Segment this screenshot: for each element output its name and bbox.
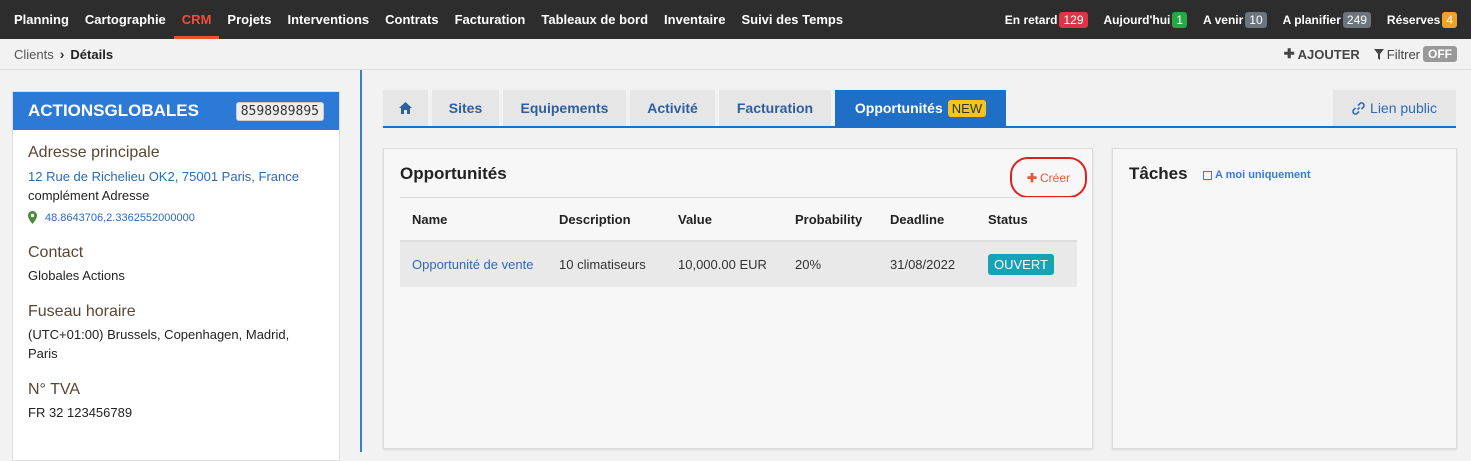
nav-item-inventaire[interactable]: Inventaire [656,0,733,39]
stat-label: Aujourd'hui [1103,12,1171,27]
nav-item-cartographie[interactable]: Cartographie [77,0,174,39]
vat-label: N° TVA [28,381,81,398]
nav-item-projets[interactable]: Projets [219,0,279,39]
add-label: AJOUTER [1297,46,1360,62]
column-header-deadline: Deadline [890,211,945,227]
opportunity-probability: 20% [795,257,822,272]
my-tasks-only-label: A moi uniquement [1215,169,1311,181]
status-badge: OUVERT [988,254,1054,275]
tab-equipements[interactable]: Equipements [503,90,626,126]
client-card: ACTIONSGLOBALES 8598989895 Adresse princ… [12,91,340,461]
tasks-panel: Tâches A moi uniquement [1112,148,1457,449]
count-badge: 249 [1342,11,1371,28]
column-header-status: Status [988,211,1028,227]
my-tasks-only-checkbox[interactable]: A moi uniquement [1203,169,1311,181]
contact-label: Contact [28,244,84,261]
tab-sites[interactable]: Sites [432,90,499,126]
column-header-probability: Probability [795,211,863,227]
nav-item-suivi-des-temps[interactable]: Suivi des Temps [733,0,851,39]
stat-reserves[interactable]: Réserves 4 [1386,11,1457,28]
tab-activite[interactable]: Activité [630,90,715,126]
tab-home[interactable] [383,90,428,126]
create-opportunity-button[interactable]: ✚ Créer [1010,157,1087,198]
table-row[interactable]: Opportunité de vente 10 climatiseurs 10,… [400,242,1077,287]
table-header: Name Description Value Probability Deadl… [400,198,1077,242]
timezone-value: (UTC+01:00) Brussels, Copenhagen, Madrid… [28,327,290,361]
column-header-value: Value [678,211,712,227]
map-marker-icon [28,211,37,224]
filter-state-badge: OFF [1423,46,1457,62]
stat-label: En retard [1004,12,1058,27]
count-badge: 10 [1245,11,1267,28]
opportunity-name-link[interactable]: Opportunité de vente [400,257,559,272]
count-badge: 4 [1442,11,1457,28]
plus-icon: ✚ [1026,170,1038,185]
client-name: ACTIONSGLOBALES [28,101,199,120]
opportunities-title: Opportunités [400,164,507,183]
breadcrumb: Clients › Détails [14,46,113,62]
main-menu: Planning Cartographie CRM Projets Interv… [0,0,851,39]
new-badge: NEW [947,99,987,117]
breadcrumb-clients[interactable]: Clients [14,47,54,62]
stat-aujourdhui[interactable]: Aujourd'hui 1 [1103,11,1188,28]
client-code: 8598989895 [235,101,324,121]
opportunity-value: 10,000.00 EUR [678,257,767,272]
opportunities-table: Name Description Value Probability Deadl… [400,198,1077,287]
checkbox-icon [1203,170,1212,180]
stat-label: Réserves [1386,12,1441,27]
chevron-right-icon: › [59,46,65,62]
coordinates-text: 48.8643706,2.3362552000000 [45,211,195,224]
vat-value: FR 32 123456789 [28,405,133,420]
stat-a-planifier[interactable]: A planifier 249 [1282,11,1371,28]
address-block: 12 Rue de Richelieu OK2, 75001 Paris, Fr… [13,167,339,205]
filter-label: Filtrer [1386,46,1420,62]
public-link-label: Lien public [1370,100,1437,116]
nav-item-planning[interactable]: Planning [6,0,77,39]
link-icon [1352,101,1365,115]
add-button[interactable]: ✚ AJOUTER [1284,46,1360,62]
nav-item-contrats[interactable]: Contrats [377,0,446,39]
breadcrumb-current: Détails [70,46,114,62]
nav-item-interventions[interactable]: Interventions [279,0,377,39]
stat-en-retard[interactable]: En retard 129 [1004,11,1088,28]
tab-opportunites[interactable]: Opportunités NEW [835,90,1006,126]
sub-header: Clients › Détails ✚ AJOUTER Filtrer OFF [0,39,1471,70]
stat-label: A venir [1203,12,1244,27]
public-link-button[interactable]: Lien public [1333,90,1456,126]
address-label: Adresse principale [28,144,160,161]
tasks-title: Tâches [1129,164,1188,183]
address-complement: complément Adresse [28,188,150,203]
count-badge: 1 [1172,11,1188,28]
plus-icon: ✚ [1283,46,1295,61]
tab-facturation[interactable]: Facturation [719,90,831,126]
opportunity-description: 10 climatiseurs [559,257,646,272]
count-badge: 129 [1059,11,1088,28]
filter-icon [1373,48,1384,60]
timezone-label: Fuseau horaire [28,303,136,320]
header-actions: ✚ AJOUTER Filtrer OFF [1284,46,1457,62]
top-navbar: Planning Cartographie CRM Projets Interv… [0,0,1471,39]
column-header-name: Name [412,211,448,227]
stat-label: A planifier [1282,12,1341,27]
tab-label: Opportunités [854,100,943,116]
address-link[interactable]: 12 Rue de Richelieu OK2, 75001 Paris, Fr… [28,167,339,186]
filter-toggle[interactable]: Filtrer OFF [1373,46,1457,62]
create-label: Créer [1040,170,1071,185]
client-sidebar: ACTIONSGLOBALES 8598989895 Adresse princ… [0,70,362,461]
column-header-description: Description [559,211,631,227]
status-counters: En retard 129 Aujourd'hui 1 A venir 10 A… [1004,11,1471,28]
opportunities-panel: Opportunités ✚ Créer Name Description Va… [383,148,1093,449]
stat-a-venir[interactable]: A venir 10 [1203,11,1267,28]
contact-value: Globales Actions [28,268,125,283]
client-header: ACTIONSGLOBALES 8598989895 [13,92,339,130]
nav-item-tableaux-de-bord[interactable]: Tableaux de bord [533,0,656,39]
nav-item-facturation[interactable]: Facturation [447,0,534,39]
detail-tabs: Sites Equipements Activité Facturation O… [383,90,1456,128]
nav-item-crm[interactable]: CRM [173,0,220,39]
status-cell: OUVERT [988,254,1077,275]
home-icon [399,102,412,114]
opportunity-deadline: 31/08/2022 [890,257,956,272]
coordinates-link[interactable]: 48.8643706,2.3362552000000 [13,211,339,224]
